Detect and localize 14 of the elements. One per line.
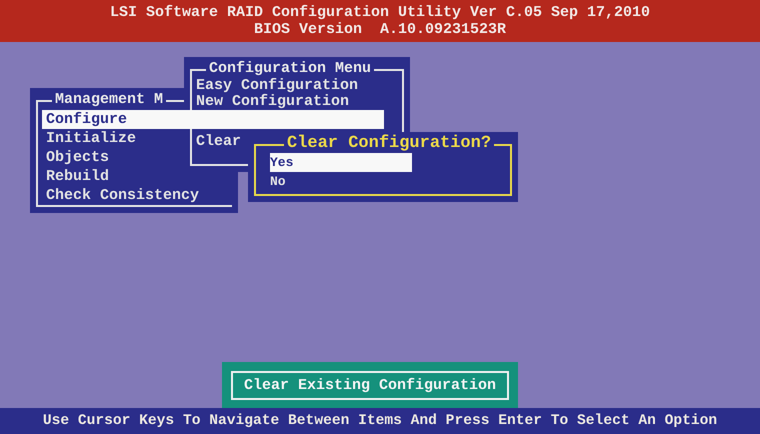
window-title: Configuration Menu <box>206 60 374 78</box>
menu-item[interactable]: Configure <box>42 110 384 129</box>
help-text: Use Cursor Keys To Navigate Between Items And Press Enter To Select An Option <box>42 413 718 429</box>
dialog-option[interactable]: Yes <box>270 153 412 172</box>
menu-item[interactable]: Rebuild <box>46 167 224 186</box>
status-message: Clear Existing Configuration <box>231 371 509 400</box>
header-title: LSI Software RAID Configuration Utility Ver C.05 Sep 17,2010 <box>110 4 650 21</box>
window-title: Management M <box>52 91 166 109</box>
window-title: Clear Configuration? <box>284 135 494 153</box>
menu-item[interactable]: New Configuration <box>196 94 394 110</box>
dialog-option[interactable]: No <box>270 172 412 191</box>
bios-version: BIOS Version A.10.09231523R <box>254 21 506 38</box>
menu-item[interactable]: Easy Configuration <box>196 78 394 94</box>
menu-item[interactable]: Check Consistency <box>46 186 224 205</box>
